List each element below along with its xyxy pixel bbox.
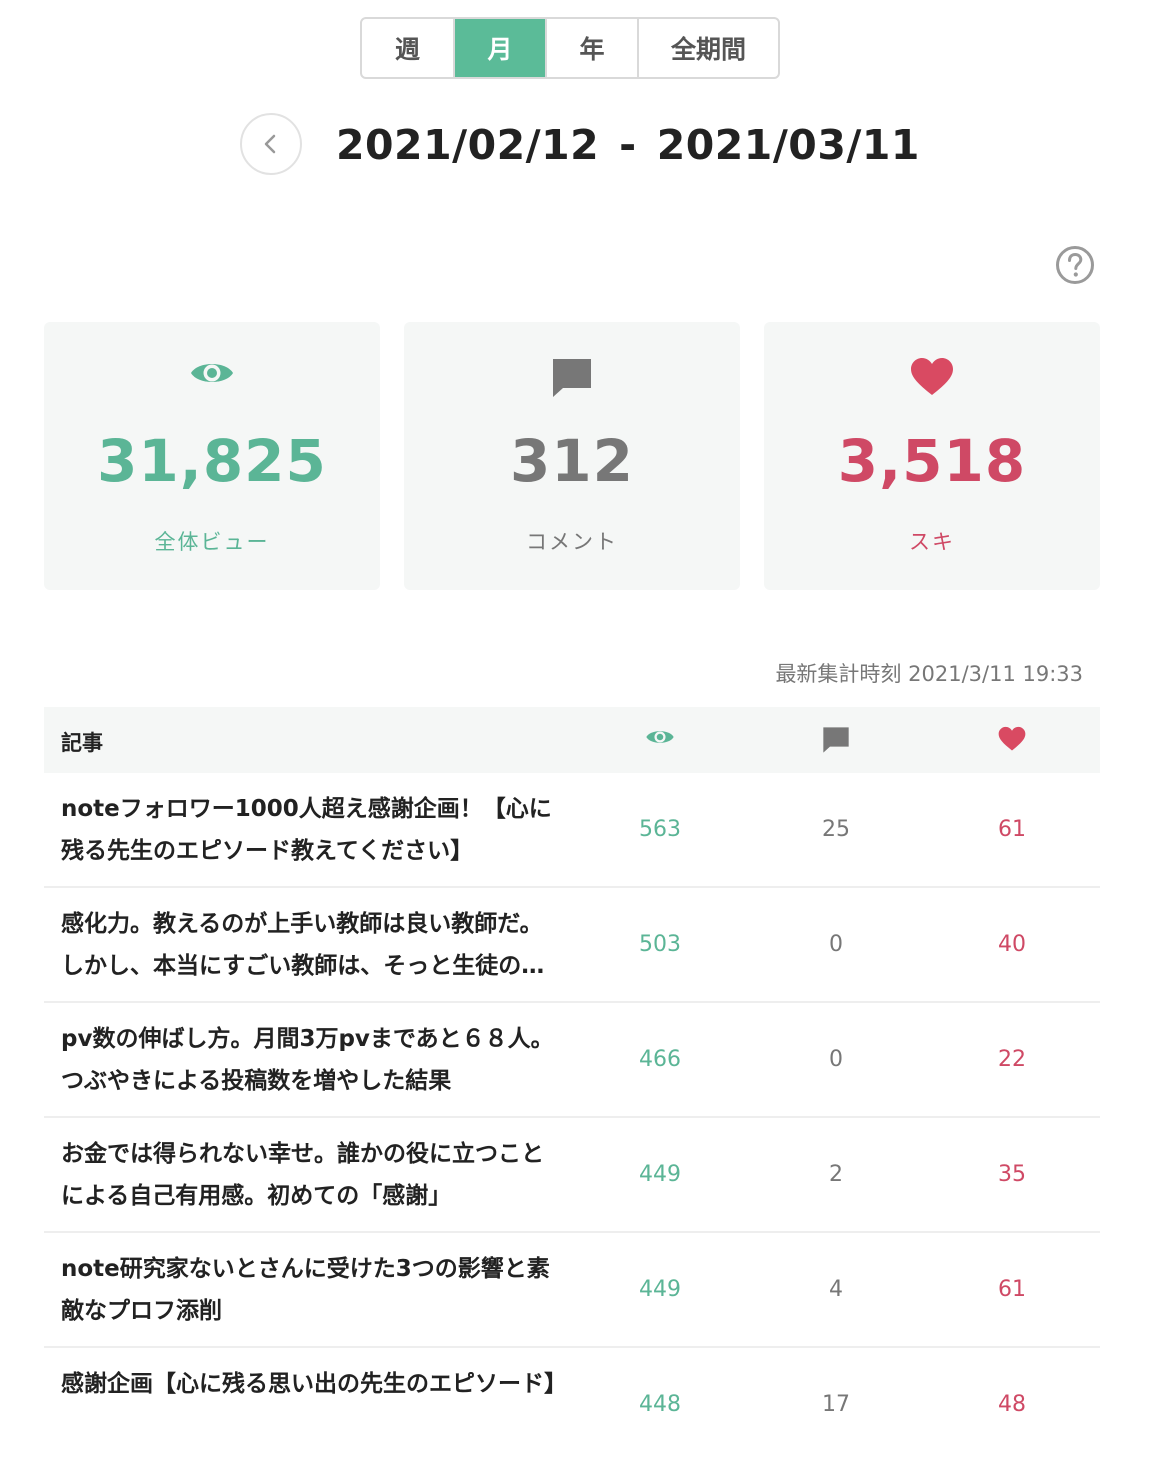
date-start: 2021/02/12 (336, 121, 600, 169)
total-views-value: 31,825 (97, 427, 327, 495)
heart-icon (998, 726, 1026, 751)
table-header: 記事 (44, 707, 1100, 773)
article-likes: 48 (998, 1392, 1026, 1417)
tab-month[interactable]: 月 (455, 19, 547, 77)
article-likes: 22 (998, 1047, 1026, 1072)
article-title[interactable]: 感化力。教えるのが上手い教師は良い教師だ。しかし、本当にすごい教師は、そっと生徒… (61, 903, 561, 987)
total-likes-value: 3,518 (837, 427, 1027, 495)
last-updated-value: 2021/3/11 19:33 (908, 662, 1083, 686)
table-row[interactable]: note研究家ないとさんに受けた3つの影響と素敵なプロフ添削 449 4 61 (44, 1233, 1100, 1348)
article-comments: 17 (822, 1392, 850, 1417)
tab-all-time[interactable]: 全期間 (639, 19, 778, 77)
likes-column-header (992, 726, 1032, 752)
article-title[interactable]: pv数の伸ばし方。月間3万pvまであと６８人。つぶやきによる投稿数を増やした結果 (61, 1018, 561, 1102)
eye-icon (646, 731, 674, 743)
date-range: 2021/02/12 - 2021/03/11 (336, 120, 920, 170)
article-likes: 40 (998, 932, 1026, 957)
article-title[interactable]: note研究家ないとさんに受けた3つの影響と素敵なプロフ添削 (61, 1248, 561, 1332)
table-row[interactable]: 感化力。教えるのが上手い教師は良い教師だ。しかし、本当にすごい教師は、そっと生徒… (44, 888, 1100, 1003)
total-comments-label: コメント (526, 530, 618, 554)
tab-year[interactable]: 年 (547, 19, 639, 77)
date-end: 2021/03/11 (656, 121, 920, 169)
article-likes: 61 (998, 1277, 1026, 1302)
article-views: 448 (639, 1392, 681, 1417)
article-title[interactable]: noteフォロワー1000人超え感謝企画！【心に残る先生のエピソード教えてくださ… (61, 788, 561, 872)
total-likes-label: スキ (909, 530, 955, 554)
period-tabs: 週 月 年 全期間 (360, 17, 780, 79)
article-comments: 0 (829, 932, 843, 957)
article-views: 503 (639, 932, 681, 957)
views-column-header (640, 726, 680, 748)
comment-icon (823, 727, 849, 753)
total-views-label: 全体ビュー (154, 530, 270, 554)
comments-column-header (816, 726, 856, 754)
table-row[interactable]: noteフォロワー1000人超え感謝企画！【心に残る先生のエピソード教えてくださ… (44, 773, 1100, 888)
article-likes: 35 (998, 1162, 1026, 1187)
article-title[interactable]: 感謝企画【心に残る思い出の先生のエピソード】 (61, 1363, 561, 1405)
last-updated-label: 最新集計時刻 (775, 662, 902, 686)
article-views: 449 (639, 1277, 681, 1302)
article-column-header: 記事 (61, 731, 103, 755)
total-comments-value: 312 (509, 427, 635, 495)
heart-icon (911, 358, 953, 395)
views-card: 31,825 全体ビュー (44, 322, 380, 590)
comment-icon (553, 359, 591, 397)
eye-icon (191, 364, 233, 382)
table-row[interactable]: お金では得られない幸せ。誰かの役に立つことによる自己有用感。初めての「感謝」 4… (44, 1118, 1100, 1233)
article-comments: 25 (822, 817, 850, 842)
table-row[interactable]: pv数の伸ばし方。月間3万pvまであと６８人。つぶやきによる投稿数を増やした結果… (44, 1003, 1100, 1118)
article-views: 466 (639, 1047, 681, 1072)
articles-table: 記事 noteフォロワー1000人超え感謝企画！【心に残る先生のエピソード教えて… (44, 707, 1100, 1461)
article-comments: 2 (829, 1162, 843, 1187)
comments-card: 312 コメント (404, 322, 740, 590)
article-views: 449 (639, 1162, 681, 1187)
last-updated: 最新集計時刻 2021/3/11 19:33 (775, 658, 1083, 688)
chevron-left-icon (264, 134, 276, 154)
article-views: 563 (639, 817, 681, 842)
tab-week[interactable]: 週 (362, 19, 455, 77)
table-row[interactable]: 感謝企画【心に残る思い出の先生のエピソード】 448 17 48 (44, 1348, 1100, 1461)
article-likes: 61 (998, 817, 1026, 842)
help-icon[interactable] (1055, 245, 1095, 285)
article-title[interactable]: お金では得られない幸せ。誰かの役に立つことによる自己有用感。初めての「感謝」 (61, 1133, 561, 1217)
date-separator: - (619, 121, 637, 169)
article-comments: 0 (829, 1047, 843, 1072)
article-comments: 4 (829, 1277, 843, 1302)
likes-card: 3,518 スキ (764, 322, 1100, 590)
previous-period-button[interactable] (240, 113, 302, 175)
